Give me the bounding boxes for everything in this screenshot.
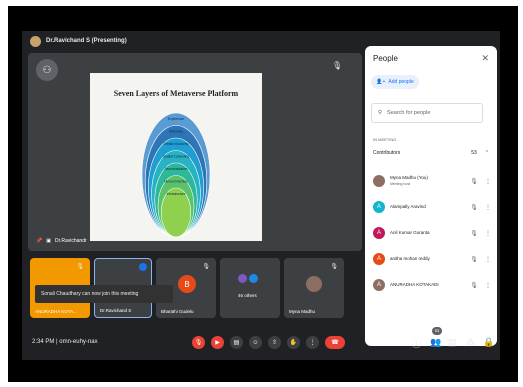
avatar: A — [373, 227, 385, 239]
add-person-icon: 👤+ — [376, 79, 386, 85]
more-options-icon[interactable]: ⋮ — [485, 178, 491, 185]
layer-label: Infrastructure — [167, 192, 186, 196]
participant-row[interactable]: A Anil Kumar Goranta 🎙 ⋮ — [373, 224, 491, 242]
emoji-button[interactable]: ☺ — [249, 336, 262, 349]
contributors-label: Contributors — [373, 150, 401, 156]
mic-off-icon: 🎙 — [470, 282, 478, 289]
layer-label: Discovery — [169, 130, 183, 134]
camera-toggle-button[interactable]: ▶ — [211, 336, 224, 349]
tile-label: Myna Madhu — [289, 309, 316, 314]
participant-name: anitha mohan reddy — [390, 256, 430, 261]
presenter-avatar — [30, 35, 41, 47]
mic-toggle-button[interactable]: 🎙 — [192, 336, 205, 349]
section-label: IN MEETING — [373, 137, 397, 142]
participant-row[interactable]: A Alampally Aravind 🎙 ⋮ — [373, 198, 491, 216]
avatar — [238, 274, 247, 283]
present-icon: ▣ — [46, 238, 51, 244]
mic-off-icon: 🎙 — [202, 264, 210, 270]
slide-title: Seven Layers of Metaverse Platform — [113, 89, 239, 98]
meet-window: Dr.Ravichand S (Presenting) ⚇ 🎙 Experien… — [22, 31, 500, 360]
layer-label: Spatial Computing — [163, 155, 189, 159]
participant-row[interactable]: A ANURADHA KOTAKADI 🎙 ⋮ — [373, 276, 491, 294]
avatar — [306, 276, 322, 292]
shared-slide: Experience Discovery Creator Economy Spatia… — [90, 73, 262, 241]
tile-others[interactable]: 46 others — [220, 258, 280, 318]
avatar: A — [373, 279, 385, 291]
close-icon[interactable]: ✕ — [481, 53, 489, 64]
speaking-indicator-icon — [139, 263, 147, 271]
captions-button[interactable]: ▤ — [230, 336, 243, 349]
stage-name-tag: 📌 ▣ Dr.Ravichandr — [36, 238, 87, 244]
tile-label: Bharathi Gudelu — [161, 309, 194, 314]
avatar — [373, 175, 385, 187]
presenter-bar: Dr.Ravichand S (Presenting) — [22, 31, 362, 51]
layer-label: Decentralization — [165, 167, 188, 171]
panel-title: People — [373, 54, 398, 63]
avatar: A — [373, 253, 385, 265]
search-icon: ⚲ — [378, 110, 383, 116]
more-options-icon[interactable]: ⋮ — [485, 256, 491, 263]
tile-label: ANURADHA KOTA... — [35, 309, 77, 314]
participant-row[interactable]: Myna Madhu (You) Meeting host 🎙 ⋮ — [373, 172, 491, 190]
mic-off-icon: 🎙 — [470, 204, 478, 211]
activities-icon[interactable]: ⁂ — [466, 337, 475, 348]
tile-label: 46 others — [238, 293, 257, 298]
more-options-icon[interactable]: ⋮ — [485, 282, 491, 289]
avatar: A — [373, 201, 385, 213]
host-controls-icon[interactable]: 🔒 — [483, 337, 494, 348]
chevron-up-icon: ⌃ — [484, 150, 489, 156]
meet-logo-icon: ⚇ — [36, 59, 58, 81]
avatar: B — [178, 275, 196, 293]
time-and-code: 2:34 PM | omn-euhy-nax — [32, 339, 98, 345]
mic-off-icon: 🎙 — [470, 178, 478, 185]
join-notification: Sonali Chaudhary can now join this meeti… — [35, 285, 173, 303]
participant-name: Anil Kumar Goranta — [390, 230, 430, 235]
layer-label: Experience — [168, 117, 184, 121]
stage-presenter-label: Dr.Ravichandr — [54, 238, 87, 244]
bottom-toolbar: 2:34 PM | omn-euhy-nax 🎙 ▶ ▤ ☺ ⇧ ✋ ⋮ ☎ ⓘ… — [22, 327, 500, 360]
mic-off-icon: 🎙 — [470, 230, 478, 237]
contributors-count: 53 — [471, 150, 477, 156]
participant-name: ANURADHA KOTAKADI — [390, 282, 439, 287]
layer-label: Human Interface — [164, 180, 188, 184]
more-options-icon[interactable]: ⋮ — [485, 230, 491, 237]
layers-diagram: Experience Discovery Creator Economy Spatia… — [141, 112, 211, 238]
mic-off-icon: 🎙 — [330, 264, 338, 270]
people-panel: People ✕ 👤+ Add people ⚲ Search for peop… — [365, 46, 497, 346]
leave-call-button[interactable]: ☎ — [325, 336, 345, 349]
mic-off-icon: 🎙 — [470, 256, 478, 263]
present-button[interactable]: ⇧ — [268, 336, 281, 349]
chat-icon[interactable]: ▤ — [448, 337, 457, 348]
people-icon[interactable]: 👥 — [430, 337, 441, 348]
participant-role: Meeting host — [390, 182, 411, 186]
add-people-label: Add people — [388, 79, 414, 85]
search-placeholder: Search for people — [387, 110, 431, 116]
layer-label: Creator Economy — [164, 142, 189, 146]
info-icon[interactable]: ⓘ — [412, 337, 421, 350]
more-options-icon[interactable]: ⋮ — [485, 204, 491, 211]
raise-hand-button[interactable]: ✋ — [287, 336, 300, 349]
presenter-title: Dr.Ravichand S (Presenting) — [46, 38, 127, 44]
tile-myna[interactable]: 🎙 Myna Madhu — [284, 258, 344, 318]
avatar — [249, 274, 258, 283]
add-people-button[interactable]: 👤+ Add people — [371, 75, 419, 89]
people-count-badge: 53 — [432, 327, 442, 335]
mic-off-icon: 🎙 — [76, 264, 84, 270]
participant-name: Alampally Aravind — [390, 204, 426, 209]
more-options-button[interactable]: ⋮ — [306, 336, 319, 349]
pin-icon[interactable]: 📌 — [36, 238, 42, 244]
search-people-input[interactable]: ⚲ Search for people — [371, 103, 483, 123]
tile-label: Dr.Ravichand S — [100, 308, 132, 313]
mic-off-icon: 🎙 — [332, 61, 343, 70]
participant-row[interactable]: A anitha mohan reddy 🎙 ⋮ — [373, 250, 491, 268]
presentation-stage[interactable]: ⚇ 🎙 Experience Discovery Creator Economy Sp… — [28, 53, 362, 251]
contributors-header[interactable]: Contributors 53 ⌃ — [371, 145, 491, 161]
